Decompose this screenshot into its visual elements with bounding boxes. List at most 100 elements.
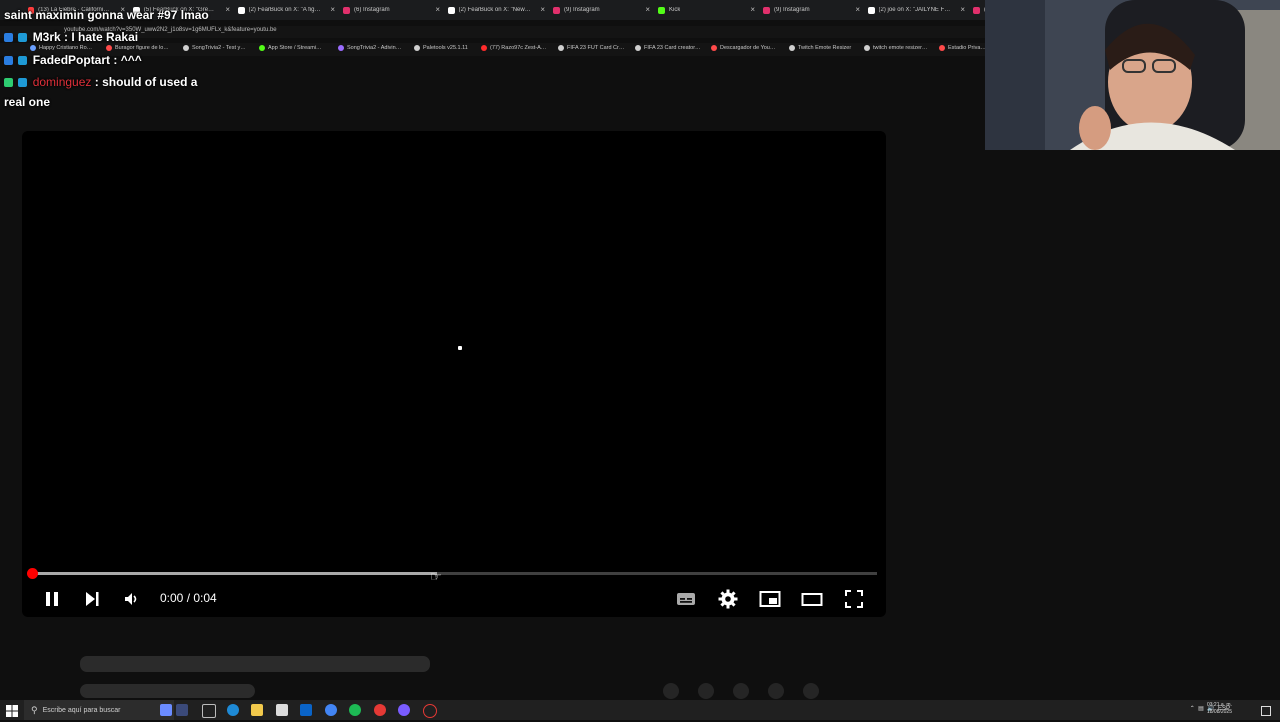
bookmark-label: Twitch Emote Resizer <box>798 45 852 51</box>
discord-icon[interactable] <box>398 704 410 716</box>
file-explorer-icon[interactable] <box>251 704 263 716</box>
clock-date: 18/08/2025 <box>1206 709 1232 715</box>
bookmark-favicon-icon <box>414 45 420 51</box>
obs-icon[interactable] <box>374 704 386 716</box>
browser-tab[interactable]: (2) joe on X: "JAILYNE FRI… × <box>868 3 965 17</box>
widget-icon[interactable] <box>176 704 188 716</box>
spotify-icon[interactable] <box>349 704 361 716</box>
tab-close-icon[interactable]: × <box>435 5 440 14</box>
address-bar[interactable]: youtube.com/watch?v=350W_uww2N2_j1o8sv=1… <box>0 26 985 38</box>
tab-close-icon[interactable]: × <box>540 5 545 14</box>
bookmark-item[interactable]: Descargador de You… <box>711 45 775 51</box>
subtitles-icon <box>677 593 695 605</box>
tab-close-icon[interactable]: × <box>855 5 860 14</box>
browser-tab[interactable]: (9) Instagram × <box>553 3 650 17</box>
bookmark-item[interactable]: FIFA 23 Card creator… <box>635 45 701 51</box>
settings-icon <box>718 589 738 609</box>
loading-indicator <box>458 346 462 350</box>
bookmark-item[interactable]: Twitch Emote Resizer <box>789 45 851 51</box>
tab-close-icon[interactable]: × <box>750 5 755 14</box>
bookmark-label: Paletools v25.1.11 <box>423 45 468 51</box>
browser-tab[interactable]: (6) Instagram × <box>343 3 440 17</box>
chat-message-continuation: real one <box>4 95 50 109</box>
fullscreen-button[interactable] <box>841 586 867 612</box>
bookmark-label: SongTrivia2 - Adivin… <box>347 45 402 51</box>
action-skeleton <box>803 683 819 699</box>
subscriber-badge-icon <box>4 56 13 65</box>
chat-text: : I hate Rakai <box>64 30 139 44</box>
search-placeholder: Escribe aquí para buscar <box>42 706 121 714</box>
settings-button[interactable] <box>715 586 741 612</box>
theater-icon <box>801 593 823 606</box>
next-button[interactable] <box>79 586 105 612</box>
bookmarks-bar: Happy Cristiano Ro… Buragor figure de lo…… <box>0 43 985 56</box>
browser-tab[interactable]: (9) Instagram × <box>763 3 860 17</box>
browser-tab[interactable]: (9)× <box>973 3 985 17</box>
bookmark-item[interactable]: App Store / Streami… <box>259 45 322 51</box>
notification-icon <box>1261 706 1271 716</box>
start-button[interactable] <box>6 704 18 717</box>
bookmark-label: SongTrivia2 - Test y… <box>192 45 246 51</box>
subtitles-button[interactable] <box>673 586 699 612</box>
miniplayer-button[interactable] <box>757 586 783 612</box>
browser-tab[interactable]: Kick × <box>658 3 755 17</box>
notification-button[interactable] <box>1260 704 1272 716</box>
video-player[interactable]: ☞ 0:00 / 0:04 <box>22 131 886 617</box>
progress-scrubber[interactable] <box>27 568 38 579</box>
chat-message: dominguez : should of used a <box>4 75 197 89</box>
volume-icon <box>125 593 137 605</box>
theater-button[interactable] <box>799 586 825 612</box>
store-icon[interactable] <box>276 704 288 716</box>
moderator-badge-icon <box>18 78 28 87</box>
browser-tab[interactable]: (2) FearBuck on X: "New p… × <box>448 3 545 17</box>
streamer-image <box>985 0 1280 150</box>
bookmark-item[interactable]: (77) Razo97c Zest-A… <box>481 45 546 51</box>
tab-close-icon[interactable]: × <box>330 5 335 14</box>
network-icon[interactable]: ▤ <box>1198 706 1204 712</box>
bookmark-item[interactable]: SongTrivia2 - Test y… <box>183 45 246 51</box>
bookmark-item[interactable]: FIFA 23 FUT Card Cr… <box>558 45 624 51</box>
bookmark-label: FIFA 23 FUT Card Cr… <box>567 45 625 51</box>
moderator-badge-icon <box>18 56 28 65</box>
tab-label: (9) Instagram <box>564 7 600 13</box>
bookmark-label: Happy Cristiano Ro… <box>39 45 93 51</box>
copilot-icon[interactable] <box>160 704 172 716</box>
bookmark-favicon-icon <box>481 45 487 51</box>
bookmark-item[interactable]: twitch emote resizer… <box>864 45 927 51</box>
tab-label: (2) FearBuck on X: "New p… <box>458 7 531 13</box>
tab-favicon-icon <box>448 6 455 14</box>
tab-favicon-icon <box>658 6 665 14</box>
action-skeleton <box>733 683 749 699</box>
browser-tab[interactable]: (2) FearBuck on X: "A fight… × <box>238 3 335 17</box>
tab-label: (6) Instagram <box>354 7 390 13</box>
taskbar-search[interactable]: ⚲ Escribe aquí para buscar <box>24 700 174 720</box>
chrome-icon[interactable] <box>325 704 337 716</box>
bookmark-item[interactable]: Estadio Priva… <box>939 45 985 51</box>
bookmark-favicon-icon <box>939 45 945 51</box>
outlook-icon[interactable] <box>300 704 312 716</box>
edge-icon[interactable] <box>227 704 239 716</box>
bookmark-item[interactable]: Happy Cristiano Ro… <box>30 45 92 51</box>
volume-button[interactable] <box>119 586 145 612</box>
chevron-up-icon[interactable]: ⌃ <box>1190 706 1195 712</box>
tab-close-icon[interactable]: × <box>960 5 965 14</box>
bookmark-item[interactable]: Paletools v25.1.11 <box>414 45 468 51</box>
search-icon: ⚲ <box>31 704 38 715</box>
task-view-icon[interactable] <box>202 704 216 718</box>
windows-logo-icon <box>6 705 18 717</box>
chat-text: real one <box>4 95 51 109</box>
tab-favicon-icon <box>973 6 980 14</box>
bookmark-label: FIFA 23 Card creator… <box>644 45 701 51</box>
opera-icon[interactable] <box>423 704 437 718</box>
bookmark-item[interactable]: Buragor figure de lo… <box>106 45 169 51</box>
webcam-overlay <box>985 0 1280 150</box>
progress-bar[interactable] <box>30 572 877 575</box>
tab-close-icon[interactable]: × <box>645 5 650 14</box>
pause-button[interactable] <box>39 586 65 612</box>
tab-close-icon[interactable]: × <box>225 5 230 14</box>
chat-message: M3rk : I hate Rakai <box>4 30 138 44</box>
taskbar-clock[interactable]: 03:21 a. m. 18/08/2025 <box>1207 702 1232 716</box>
bookmark-item[interactable]: SongTrivia2 - Adivin… <box>338 45 401 51</box>
tab-favicon-icon <box>763 6 770 14</box>
bookmark-label: Estadio Priva… <box>948 45 985 51</box>
